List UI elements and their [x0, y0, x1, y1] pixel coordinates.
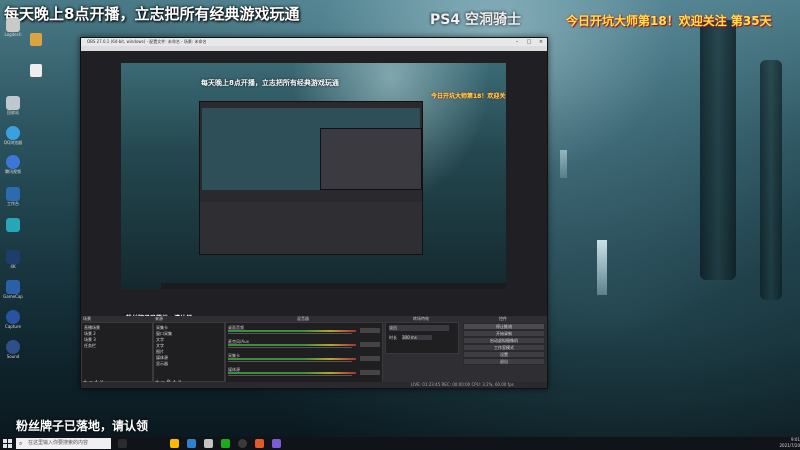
- fan-badge-overlay: 粉丝牌子已落地，请认领: [16, 419, 149, 433]
- minimize-button[interactable]: –: [511, 38, 523, 46]
- app-icon: [30, 33, 42, 46]
- app-icon[interactable]: [272, 439, 281, 448]
- transitions-panel: 淡出 时长 300 ms: [385, 322, 459, 354]
- obs-taskbar-icon[interactable]: [238, 439, 247, 448]
- stream-status-text: LIVE: 01:23:45 REC: 00:00:00 CPU: 3.2%, …: [411, 382, 514, 387]
- desktop-icon-column: Logitech 回收站 QQ浏览器 腾讯视频 工作台 4K GameCap C…: [0, 0, 26, 400]
- stop-streaming-button[interactable]: 停止推流: [463, 323, 545, 330]
- volume-meter: [228, 344, 356, 346]
- transitions-dock-title: 转场特效: [413, 316, 429, 321]
- app-icon[interactable]: [204, 439, 213, 448]
- desktop-icon-4k[interactable]: 4K: [2, 250, 24, 269]
- video-icon: [6, 155, 20, 169]
- duration-input[interactable]: 300 ms: [402, 335, 432, 340]
- sources-list[interactable]: 采集卡 窗口采集 文字 文字 图片 媒体源 显示器: [153, 322, 225, 382]
- mute-toggle[interactable]: [360, 356, 380, 361]
- desktop-icon-recycle-bin[interactable]: 回收站: [2, 96, 24, 116]
- preview-schedule-text: 每天晚上8点开播，立志把所有经典游戏玩通: [201, 79, 339, 87]
- exit-button[interactable]: 退出: [463, 358, 545, 365]
- mixer-channel[interactable]: 麦克风/Aux: [226, 339, 382, 351]
- controls-dock-title: 控件: [499, 316, 507, 321]
- app-icon[interactable]: [255, 439, 264, 448]
- obs-window-title: OBS 27.0.1 (64-bit, windows) - 配置文件: 未命名…: [87, 39, 207, 44]
- maximize-button[interactable]: □: [523, 38, 535, 46]
- desktop-icon-sound[interactable]: Sound: [2, 340, 24, 359]
- volume-meter: [228, 330, 356, 332]
- mixer-channel[interactable]: 桌面音频: [226, 325, 382, 337]
- mixer-dock-title: 混音器: [297, 316, 309, 321]
- mute-toggle[interactable]: [360, 370, 380, 375]
- desktop-icon-video[interactable]: 腾讯视频: [2, 155, 24, 175]
- system-clock[interactable]: 9:01 2021/7/20: [745, 437, 800, 450]
- search-placeholder: 在这里输入你要搜索的内容: [28, 440, 89, 446]
- capture-icon: [6, 310, 20, 324]
- close-button[interactable]: ×: [535, 38, 547, 46]
- desktop-icon-document[interactable]: [28, 64, 44, 77]
- desktop-icon-app[interactable]: [2, 218, 24, 232]
- volume-meter: [228, 358, 356, 360]
- desktop-icon-browser[interactable]: QQ浏览器: [2, 126, 24, 146]
- daily-goal-overlay: 今日开坑大师第18！欢迎关注 第35天: [566, 14, 772, 28]
- workspace-icon: [6, 187, 20, 201]
- preview-taskbar: [161, 283, 506, 289]
- search-icon: ⌕: [19, 440, 23, 447]
- app-icon: [6, 218, 20, 232]
- obs-titlebar[interactable]: OBS 27.0.1 (64-bit, windows) - 配置文件: 未命名…: [81, 38, 547, 46]
- game-capture-icon: [6, 280, 20, 294]
- studio-mode-button[interactable]: 工作室模式: [463, 344, 545, 351]
- recycle-bin-icon: [6, 96, 20, 110]
- mute-toggle[interactable]: [360, 342, 380, 347]
- game-title-overlay: PS4 空洞骑士: [430, 12, 521, 28]
- audio-mixer[interactable]: 桌面音频 麦克风/Aux 采集卡 媒体源: [225, 322, 383, 384]
- desktop-icon-second-column[interactable]: [28, 33, 44, 46]
- mixer-channel[interactable]: 采集卡: [226, 353, 382, 365]
- virtual-camera-button[interactable]: 启动虚拟摄像机: [463, 337, 545, 344]
- volume-meter: [228, 372, 356, 374]
- sound-icon: [6, 340, 20, 354]
- desktop-icon-game-capture[interactable]: GameCap: [2, 280, 24, 299]
- obs-window[interactable]: OBS 27.0.1 (64-bit, windows) - 配置文件: 未命名…: [80, 37, 548, 389]
- windows-taskbar: ⌕ 在这里输入你要搜索的内容 9:01 2021/7/20: [0, 437, 800, 450]
- source-item[interactable]: 显示器: [156, 361, 168, 367]
- 4k-icon: [6, 250, 20, 264]
- preview-goal-text: 今日开坑大师第18！欢迎关注 第35天: [431, 93, 506, 100]
- desktop-icon-workspace[interactable]: 工作台: [2, 187, 24, 207]
- duration-label: 时长: [389, 335, 397, 340]
- scenes-list[interactable]: 直播场景 场景 2 场景 3 任务栏: [81, 322, 153, 382]
- browser-icon: [6, 126, 20, 140]
- wechat-icon[interactable]: [221, 439, 230, 448]
- preview-canvas[interactable]: 每天晚上8点开播，立志把所有经典游戏玩通 今日开坑大师第18！欢迎关注 第35天: [121, 63, 506, 289]
- taskbar-search-box[interactable]: ⌕ 在这里输入你要搜索的内容: [16, 438, 111, 449]
- task-view-icon[interactable]: [118, 439, 127, 448]
- scenes-dock-title: 场景: [83, 316, 91, 321]
- stream-schedule-overlay: 每天晚上8点开播，立志把所有经典游戏玩通: [4, 5, 300, 23]
- obs-statusbar: LIVE: 01:23:45 REC: 00:00:00 CPU: 3.2%, …: [81, 382, 547, 388]
- nested-obs-window: [199, 101, 423, 255]
- mute-toggle[interactable]: [360, 328, 380, 333]
- clock-date: 2021/7/20: [779, 443, 800, 448]
- transition-select[interactable]: 淡出: [389, 325, 449, 331]
- logitech-icon: [6, 18, 20, 32]
- desktop-icon-logitech[interactable]: Logitech: [2, 18, 24, 37]
- document-icon: [30, 64, 42, 77]
- desktop-icon-capture[interactable]: Capture: [2, 310, 24, 329]
- start-button[interactable]: [3, 439, 12, 448]
- start-recording-button[interactable]: 开始录制: [463, 330, 545, 337]
- mixer-channel[interactable]: 媒体源: [226, 367, 382, 379]
- file-explorer-icon[interactable]: [170, 439, 179, 448]
- browser-icon[interactable]: [187, 439, 196, 448]
- obs-docks: 场景 直播场景 场景 2 场景 3 任务栏 + − ∧ ∨ 来源 采集卡 窗口采…: [81, 316, 547, 388]
- scene-item[interactable]: 任务栏: [84, 343, 96, 349]
- settings-button[interactable]: 设置: [463, 351, 545, 358]
- obs-preview[interactable]: 每天晚上8点开播，立志把所有经典游戏玩通 今日开坑大师第18！欢迎关注 第35天…: [81, 51, 547, 322]
- sources-dock-title: 来源: [155, 316, 163, 321]
